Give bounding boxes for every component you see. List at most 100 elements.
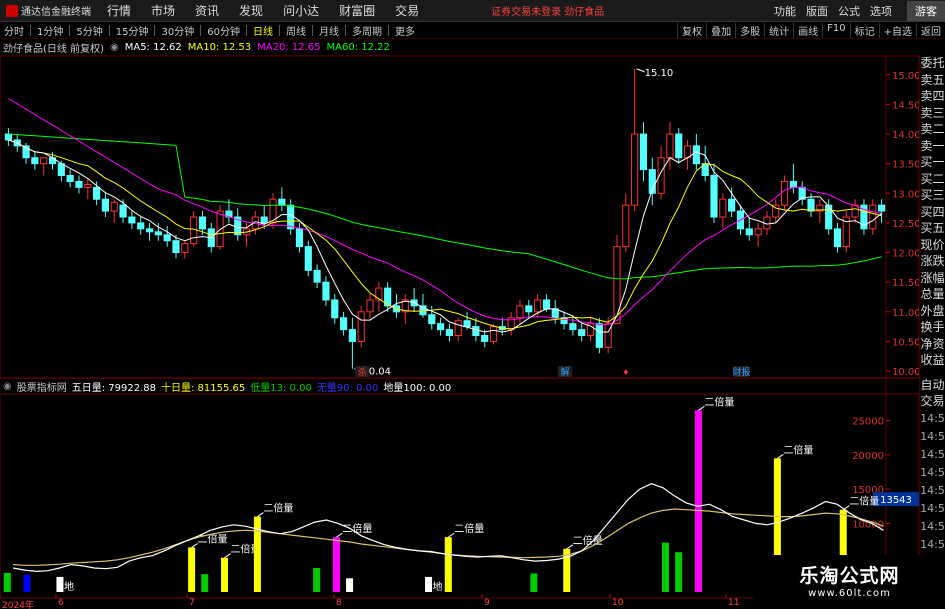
candle-body: [578, 329, 586, 337]
quote-field-label[interactable]: 卖四: [920, 88, 945, 105]
quote-field-label[interactable]: 涨幅: [920, 270, 945, 287]
quote-field-label[interactable]: 买五: [920, 220, 945, 237]
candle-body: [304, 246, 312, 271]
quote-field-label[interactable]: 买二: [920, 171, 945, 188]
candle-body: [110, 201, 118, 212]
candle-body: [789, 180, 797, 188]
candle-body: [569, 323, 577, 331]
candle-body: [66, 175, 74, 182]
ma5-line: [8, 139, 882, 333]
price-axis-label: 13.00: [892, 189, 921, 200]
candlestick: [648, 157, 656, 206]
volume-bar: [675, 552, 683, 592]
candle-body: [728, 198, 736, 212]
volume-bar: [56, 576, 64, 592]
date-axis-label: 10: [612, 598, 624, 608]
stock-chart[interactable]: 15.00 14.50 14.00 13.50 13.00 12.50 12.00 11.50…: [0, 0, 945, 609]
candle-body: [287, 204, 295, 230]
candle-body: [878, 204, 886, 212]
quote-field-label[interactable]: 委托: [920, 55, 945, 72]
candlestick: [454, 317, 462, 342]
candle-body: [93, 186, 101, 200]
trade-list-item[interactable]: 14:5: [920, 410, 945, 428]
trade-list-item[interactable]: 14:5: [920, 536, 945, 554]
quote-field-label[interactable]: 涨跌: [920, 253, 945, 270]
candle-body: [101, 198, 110, 212]
candlestick: [851, 199, 859, 223]
candlestick: [772, 199, 780, 223]
event-tag: 杀: [358, 366, 367, 378]
candlestick: [357, 305, 365, 348]
quote-field-label[interactable]: 外盘: [920, 303, 945, 320]
candlestick: [40, 157, 48, 176]
candlestick: [586, 317, 595, 342]
candle-body: [331, 299, 339, 319]
right-side-panel: 委托 卖五 卖四 卖三 卖二 卖一 买一 买二 买三 买四 买五 现价 涨跌 涨幅 总量 外盘 换手 净资 收益 自…: [919, 55, 945, 605]
candlestick: [410, 288, 418, 312]
candle-body: [534, 299, 542, 313]
candlestick: [560, 311, 568, 330]
quote-field-label[interactable]: 买四: [920, 204, 945, 221]
candlestick: [878, 199, 886, 223]
date-axis-label: 6: [58, 598, 64, 608]
trade-list-item[interactable]: 14:5: [920, 482, 945, 500]
candlestick: [401, 294, 409, 324]
candle-body: [754, 228, 762, 236]
quote-field-label[interactable]: 换手: [920, 319, 945, 336]
trade-list-item[interactable]: 交易: [920, 393, 945, 410]
candlestick: [516, 299, 524, 324]
volume-bar: [221, 557, 228, 592]
candle-body: [4, 133, 12, 141]
quote-field-label[interactable]: 卖二: [920, 121, 945, 138]
candle-body: [348, 329, 356, 342]
quote-field-label[interactable]: 现价: [920, 237, 945, 254]
quote-field-label[interactable]: 总量: [920, 286, 945, 303]
candlestick: [578, 323, 586, 342]
candlestick: [181, 240, 189, 259]
candlestick: [437, 317, 445, 336]
candlestick: [842, 211, 850, 253]
candle-body: [516, 305, 524, 319]
quote-field-label[interactable]: 卖一: [920, 138, 945, 155]
candle-body: [198, 216, 207, 230]
candlestick: [31, 151, 39, 170]
double-vol-label: 二倍量: [849, 495, 879, 508]
price-axis-label: 12.00: [892, 249, 921, 260]
candlestick: [798, 181, 806, 206]
trade-list-item[interactable]: 14:5: [920, 428, 945, 446]
trade-list-item[interactable]: 自动: [920, 377, 945, 394]
candle-body: [631, 133, 639, 206]
event-diamond-icon: ♦: [622, 368, 629, 377]
quote-field-label[interactable]: 卖五: [920, 72, 945, 89]
ma60-line: [8, 133, 882, 280]
candlestick: [833, 222, 842, 253]
volume-bar: [662, 542, 669, 592]
double-vol-label: 二倍量: [454, 522, 484, 535]
trade-list-item[interactable]: 14:5: [920, 446, 945, 464]
quote-field-label[interactable]: 卖三: [920, 105, 945, 122]
date-axis: 2024年 6 7 8 9 10 11: [0, 598, 760, 609]
quote-field-label[interactable]: 买三: [920, 187, 945, 204]
event-tag: 解: [561, 366, 570, 378]
candle-body: [595, 323, 603, 348]
trade-list-item[interactable]: 14:5: [920, 500, 945, 518]
volume-bar: [188, 547, 196, 592]
trade-list-item[interactable]: 14:5: [920, 518, 945, 536]
vol-current-label: 13543: [880, 495, 912, 506]
candlestick: [101, 193, 110, 217]
quote-field-label[interactable]: 买一: [920, 154, 945, 171]
candlestick: [754, 222, 762, 247]
quote-field-label[interactable]: 净资: [920, 336, 945, 353]
trade-list-item[interactable]: 14:5: [920, 464, 945, 482]
event-tag: 财报: [732, 366, 750, 378]
ma20-line: [8, 98, 882, 326]
candle-body: [622, 204, 630, 248]
watermark-url: www.60lt.com: [808, 588, 891, 599]
candle-body: [472, 326, 480, 337]
candle-body: [40, 157, 48, 165]
candle-body: [31, 157, 39, 165]
quote-field-label[interactable]: 收益: [920, 352, 945, 369]
candlestick: [4, 128, 12, 146]
candlestick: [75, 175, 83, 194]
double-vol-label: 二倍量: [263, 502, 293, 515]
